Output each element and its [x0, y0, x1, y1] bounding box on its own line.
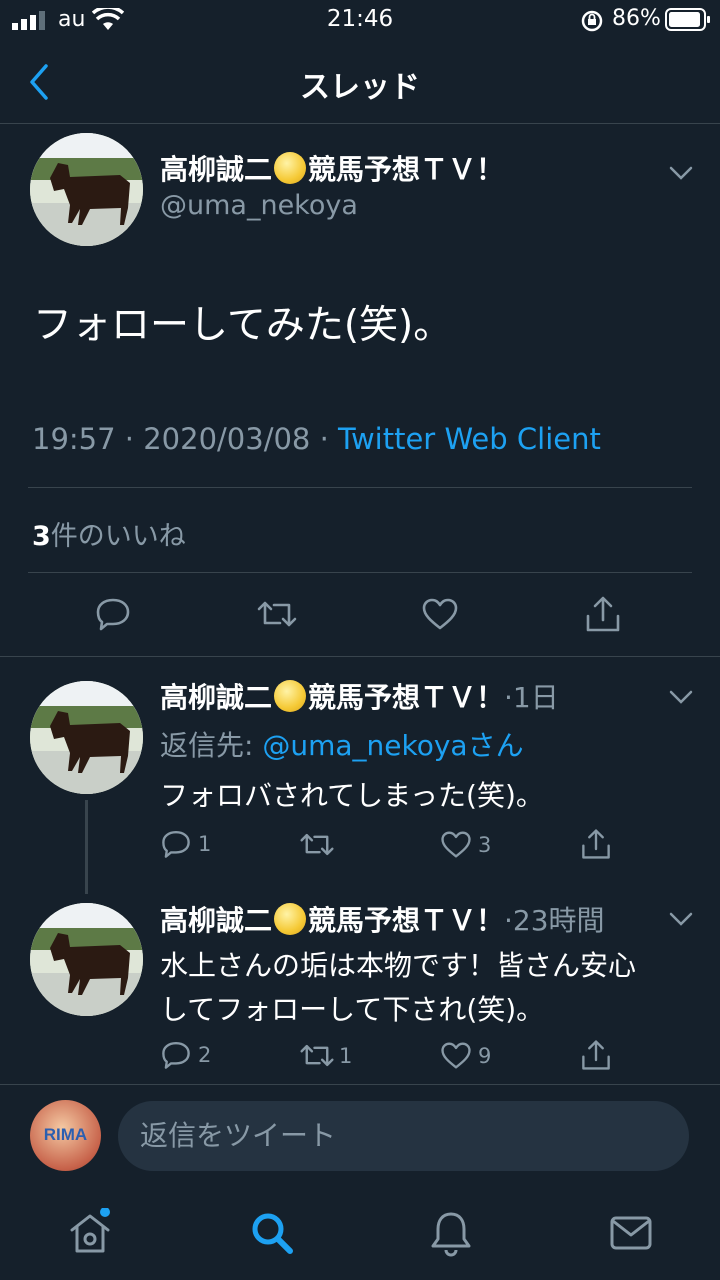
likes-summary[interactable]: 3件のいいね: [32, 514, 186, 553]
rotation-lock-icon: [581, 10, 603, 32]
nav-bar: スレッド: [0, 40, 720, 124]
page-title: スレッド: [300, 70, 420, 105]
moon-emoji-icon: [274, 152, 307, 184]
retweet-icon: [300, 833, 334, 856]
share-icon[interactable]: [584, 594, 622, 634]
mail-icon[interactable]: [606, 1208, 656, 1258]
divider: [0, 1084, 720, 1085]
divider: [28, 572, 692, 573]
share-icon[interactable]: [580, 827, 612, 861]
tweet-timestamp: 19:57 · 2020/03/08 ·: [32, 422, 339, 456]
like-count: 3: [478, 832, 492, 857]
reply-header: 高柳誠二 競馬予想ＴＶ！·1日: [160, 676, 559, 716]
reply-to: 返信先: @uma_nekoyaさん: [160, 724, 524, 764]
chevron-down-icon[interactable]: [668, 689, 694, 705]
share-icon[interactable]: [580, 1038, 612, 1072]
reply-to-label: 返信先:: [160, 729, 263, 762]
avatar[interactable]: [30, 903, 143, 1016]
like-button[interactable]: 3: [440, 830, 491, 859]
chevron-down-icon[interactable]: [668, 165, 694, 181]
user-avatar[interactable]: RIMA: [30, 1100, 101, 1171]
likes-label: 件のいいね: [50, 521, 186, 552]
horse-avatar-icon: [30, 681, 143, 794]
reply-icon: [162, 831, 190, 858]
author-handle[interactable]: @uma_nekoya: [160, 190, 358, 221]
tweet-meta: 19:57 · 2020/03/08 · Twitter Web Client: [32, 422, 601, 456]
tweet-client-link[interactable]: Twitter Web Client: [338, 422, 601, 456]
retweet-icon[interactable]: [256, 597, 298, 631]
heart-icon: [441, 831, 471, 858]
reply-text: 水上さんの垢は本物です！皆さん安心 してフォローして下され(笑)。: [160, 944, 636, 1032]
reply-to-handle[interactable]: @uma_nekoyaさん: [262, 729, 523, 762]
reply-input[interactable]: 返信をツイート: [118, 1101, 689, 1171]
avatar[interactable]: [30, 681, 143, 794]
reply-button[interactable]: 2: [160, 1039, 211, 1071]
heart-icon[interactable]: [421, 597, 459, 631]
chevron-down-icon[interactable]: [668, 911, 694, 927]
bell-icon[interactable]: [426, 1208, 476, 1258]
reply-time: ·23時間: [504, 904, 605, 937]
likes-count: 3: [32, 521, 51, 552]
author-name[interactable]: 高柳誠二 競馬予想ＴＶ！: [160, 680, 504, 714]
divider: [0, 656, 720, 657]
thread-line: [85, 800, 88, 894]
reply-count: 2: [198, 1043, 212, 1067]
home-icon[interactable]: [65, 1208, 115, 1258]
tweet-text: フォローしてみた(笑)。: [33, 303, 453, 348]
horse-avatar-icon: [30, 133, 143, 246]
author-name[interactable]: 高柳誠二 競馬予想ＴＶ！: [160, 903, 504, 937]
horse-avatar-icon: [30, 903, 143, 1016]
retweet-icon: [300, 1044, 334, 1067]
search-icon[interactable]: [247, 1208, 297, 1258]
like-button[interactable]: 9: [440, 1041, 491, 1070]
heart-icon: [441, 1042, 471, 1069]
reply-count: 1: [198, 832, 212, 856]
retweet-button[interactable]: [299, 830, 339, 859]
reply-icon: [162, 1042, 190, 1069]
retweet-button[interactable]: 1: [299, 1041, 352, 1070]
reply-icon[interactable]: [94, 595, 132, 633]
author-name[interactable]: 高柳誠二 競馬予想ＴＶ！: [160, 148, 504, 188]
battery-icon: [665, 8, 710, 31]
avatar-logo-text: RIMA: [43, 1125, 88, 1144]
reply-time: ·1日: [504, 681, 559, 714]
status-bar: au 21:46 86%: [0, 0, 720, 40]
battery-percent: 86%: [612, 6, 661, 31]
reply-text-line: してフォローして下され(笑)。: [160, 993, 545, 1026]
divider: [28, 487, 692, 488]
reply-header: 高柳誠二 競馬予想ＴＶ！·23時間: [160, 899, 605, 939]
avatar[interactable]: [30, 133, 143, 246]
reply-button[interactable]: 1: [160, 828, 211, 860]
retweet-count: 1: [339, 1043, 353, 1068]
moon-emoji-icon: [274, 680, 307, 712]
reply-text: フォロバされてしまった(笑)。: [160, 779, 544, 812]
reply-text-line: 水上さんの垢は本物です！皆さん安心: [160, 949, 637, 982]
moon-emoji-icon: [274, 903, 307, 935]
like-count: 9: [478, 1043, 492, 1068]
